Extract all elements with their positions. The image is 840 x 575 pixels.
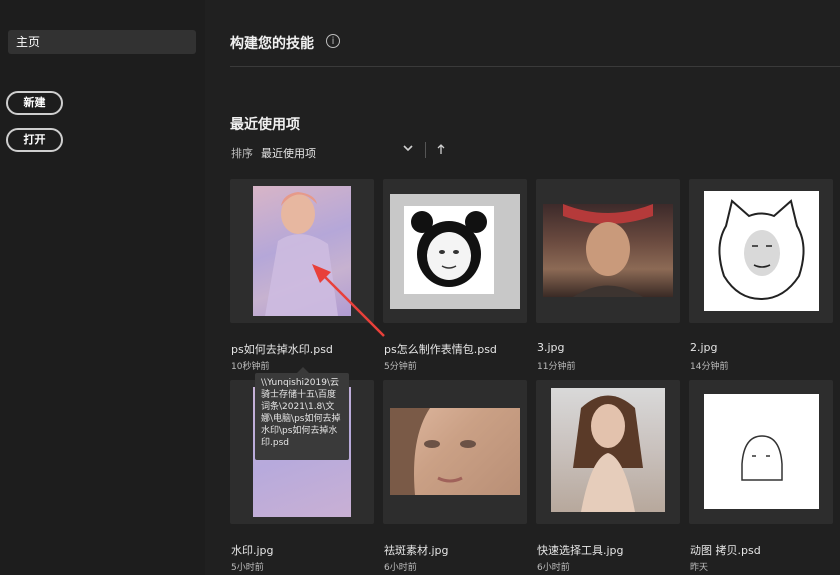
annotation-arrow-icon <box>312 264 385 337</box>
